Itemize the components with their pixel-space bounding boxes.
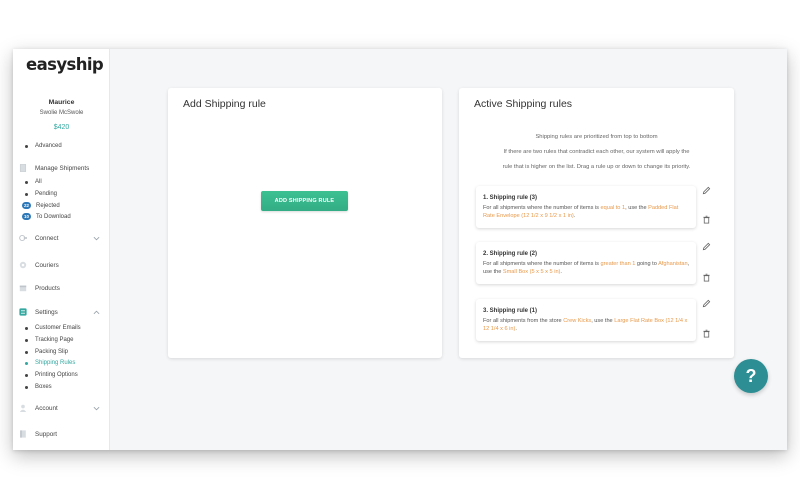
app-window: easyship Maurice Swolie McSwole $420 Adv… xyxy=(13,49,787,450)
rule-text: . xyxy=(560,269,562,276)
bullet-icon xyxy=(25,144,28,148)
chevron-down-icon[interactable] xyxy=(93,236,100,241)
settings-icon xyxy=(19,308,27,316)
document-icon xyxy=(19,164,27,172)
bullet-icon xyxy=(25,385,28,389)
card-title: Active Shipping rules xyxy=(474,98,573,110)
rule-highlight: Crew Kicks xyxy=(563,318,592,324)
edit-icon[interactable] xyxy=(702,186,711,195)
shipping-rule-item[interactable]: 2. Shipping rule (2) For all shipments w… xyxy=(476,242,696,284)
bullet-icon xyxy=(25,326,28,330)
trash-icon[interactable] xyxy=(702,329,711,338)
sidebar-item-couriers[interactable]: Couriers xyxy=(35,262,59,269)
sidebar-item-all[interactable]: All xyxy=(25,179,42,185)
user-company: Swolie McSwole xyxy=(39,110,84,116)
couriers-icon xyxy=(19,261,27,269)
chevron-down-icon[interactable] xyxy=(93,406,100,411)
info-text: If there are two rules that contradict e… xyxy=(503,149,690,155)
account-icon xyxy=(19,404,27,412)
download-count-badge: 10 xyxy=(22,213,31,220)
support-icon xyxy=(20,430,26,438)
rule-title: 2. Shipping rule (2) xyxy=(483,251,538,257)
rule-text: For all shipments where the number of it… xyxy=(483,261,601,267)
rule-highlight: Small Box (5 x 5 x 5 in) xyxy=(502,269,561,276)
rule-title: 1. Shipping rule (3) xyxy=(483,195,538,201)
rule-description: For all shipments from the store Crew Ki… xyxy=(483,317,691,334)
sidebar-item-boxes[interactable]: Boxes xyxy=(25,384,52,390)
sidebar-item-manage-shipments[interactable]: Manage Shipments xyxy=(35,165,89,172)
help-button[interactable]: ? xyxy=(734,359,768,393)
bullet-icon xyxy=(25,361,28,365)
connect-icon xyxy=(19,234,27,242)
sidebar-item-to-download[interactable]: 10 To Download xyxy=(22,213,71,220)
edit-icon[interactable] xyxy=(702,299,711,308)
rule-title: 3. Shipping rule (1) xyxy=(483,308,538,314)
sidebar-item-settings[interactable]: Settings xyxy=(35,309,58,316)
rule-text: , use the xyxy=(591,318,615,324)
sidebar-item-connect[interactable]: Connect xyxy=(35,235,58,242)
card-title: Add Shipping rule xyxy=(183,98,266,110)
sidebar-item-account[interactable]: Account xyxy=(35,405,58,412)
sidebar-item-advanced[interactable]: Advanced xyxy=(25,143,62,149)
user-name: Maurice xyxy=(48,99,75,106)
rejected-count-badge: 22 xyxy=(22,202,31,209)
add-shipping-rule-button[interactable]: ADD SHIPPING RULE xyxy=(261,191,348,211)
info-text: rule that is higher on the list. Drag a … xyxy=(502,164,691,170)
bullet-icon xyxy=(25,338,28,342)
active-shipping-rules-card: Active Shipping rules Shipping rules are… xyxy=(459,88,734,358)
sidebar-item-printing-options[interactable]: Printing Options xyxy=(25,372,78,378)
sidebar-item-products[interactable]: Products xyxy=(35,285,60,292)
rule-text: For all shipments where the number of it… xyxy=(483,205,601,211)
bullet-icon xyxy=(25,350,28,354)
rule-highlight: equal to 1 xyxy=(600,205,626,211)
sidebar: easyship Maurice Swolie McSwole $420 Adv… xyxy=(13,49,110,450)
sidebar-item-customer-emails[interactable]: Customer Emails xyxy=(25,325,81,331)
user-balance[interactable]: $420 xyxy=(13,124,110,131)
sidebar-item-packing-slip[interactable]: Packing Slip xyxy=(25,349,68,355)
rule-text: going to xyxy=(635,261,659,267)
shipping-rule-item[interactable]: 1. Shipping rule (3) For all shipments w… xyxy=(476,186,696,228)
bullet-icon xyxy=(25,180,28,184)
rule-description: For all shipments where the number of it… xyxy=(483,204,691,221)
sidebar-item-rejected[interactable]: 22 Rejected xyxy=(22,202,60,209)
rule-text: . xyxy=(573,213,576,220)
rule-description: For all shipments where the number of it… xyxy=(483,260,691,277)
rule-highlight: Afghanistan xyxy=(658,261,688,267)
rule-text: , use the xyxy=(625,205,649,211)
sidebar-item-pending[interactable]: Pending xyxy=(25,191,57,197)
rule-text: . xyxy=(515,326,517,333)
sidebar-item-support[interactable]: Support xyxy=(35,431,57,438)
info-text: Shipping rules are prioritized from top … xyxy=(535,134,658,140)
edit-icon[interactable] xyxy=(702,242,711,251)
sidebar-item-tracking-page[interactable]: Tracking Page xyxy=(25,337,73,343)
trash-icon[interactable] xyxy=(702,215,711,224)
sidebar-item-shipping-rules[interactable]: Shipping Rules xyxy=(25,360,75,366)
add-shipping-rule-card: Add Shipping rule ADD SHIPPING RULE xyxy=(168,88,442,358)
rule-text: For all shipments from the store xyxy=(483,318,564,324)
trash-icon[interactable] xyxy=(702,273,711,282)
shipping-rule-item[interactable]: 3. Shipping rule (1) For all shipments f… xyxy=(476,299,696,341)
easyship-logo[interactable]: easyship xyxy=(26,55,104,74)
rule-highlight: greater than 1 xyxy=(600,261,636,267)
bullet-icon xyxy=(25,192,28,196)
bullet-icon xyxy=(25,373,28,377)
chevron-up-icon[interactable] xyxy=(93,310,100,315)
box-icon xyxy=(19,285,27,292)
